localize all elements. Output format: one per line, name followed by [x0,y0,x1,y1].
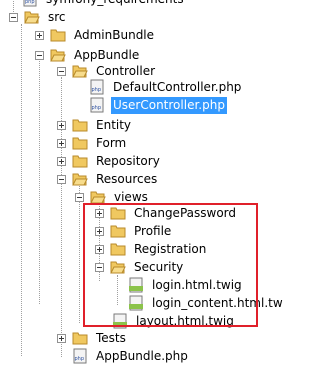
tree-item-usercontroller[interactable]: php UserController.php [74,95,227,115]
tree-item-login-twig[interactable]: login.html.twig [113,275,244,295]
expand-icon[interactable] [95,226,104,236]
project-tree: php symfony_requirements src AdminBundle… [0,0,283,366]
tree-item-security[interactable]: Security [95,257,185,277]
folder-icon [72,332,88,345]
folder-open-icon [110,261,126,274]
collapse-icon[interactable] [75,192,84,202]
tree-item-label: login_content.html.tw [152,295,283,310]
tree-item-label: login.html.twig [152,277,242,292]
expand-icon[interactable] [95,208,104,218]
tree-item-label: Entity [96,117,132,132]
tree-item-label: ChangePassword [134,205,236,220]
tree-guide-line [39,54,40,304]
collapse-icon[interactable] [35,50,44,60]
expand-icon[interactable] [57,333,66,343]
svg-text:php: php [75,356,85,362]
tree-item-label: Tests [96,330,126,345]
tree-item-label: DefaultController.php [113,79,242,94]
tree-item-profile[interactable]: Profile [95,221,173,241]
twig-file-icon [129,277,143,293]
collapse-icon[interactable] [57,66,66,76]
tree-item-resources[interactable]: Resources [57,169,159,189]
tree-item-label: Repository [96,153,160,168]
svg-text:php: php [92,87,102,93]
php-file-icon: php [90,79,104,95]
svg-text:php: php [92,105,102,111]
folder-icon [110,207,126,220]
php-file-icon: php [73,348,87,364]
tree-item-defaultcontroller[interactable]: php DefaultController.php [74,77,243,97]
tree-item-label: AppBundle.php [96,348,188,363]
tree-item-appbundle-php[interactable]: php AppBundle.php [57,346,190,366]
tree-item-registration[interactable]: Registration [95,239,208,259]
tree-item-changepassword[interactable]: ChangePassword [95,203,238,223]
tree-item-tests[interactable]: Tests [57,328,128,348]
tree-item-label: Profile [134,223,172,238]
tree-item-label: Security [134,259,184,274]
folder-icon [50,29,66,42]
tree-item-label: Registration [134,241,207,256]
expand-icon[interactable] [57,138,66,148]
folder-icon [72,137,88,150]
tree-item-label: layout.html.twig [136,313,234,328]
tree-item-entity[interactable]: Entity [57,115,133,135]
svg-text:php: php [25,0,35,5]
twig-file-icon [113,313,127,329]
tree-item-form[interactable]: Form [57,133,128,153]
expand-icon[interactable] [95,244,104,254]
collapse-icon[interactable] [57,174,66,184]
folder-icon [72,155,88,168]
collapse-icon[interactable] [9,12,18,22]
tree-item-label: Form [96,135,127,150]
folder-icon [110,243,126,256]
tree-item-label-selected: UserController.php [111,96,227,114]
tree-item-label: src [48,9,66,24]
tree-guide-line [21,24,22,356]
expand-icon[interactable] [57,120,66,130]
php-file-icon: php [23,0,37,7]
tree-item-src[interactable]: src [9,7,68,27]
folder-icon [72,119,88,132]
expand-icon[interactable] [57,156,66,166]
twig-file-icon [129,295,143,311]
php-file-icon: php [90,97,104,113]
tree-item-label: AdminBundle [74,27,155,42]
tree-item-adminbundle[interactable]: AdminBundle [35,25,156,45]
expand-icon[interactable] [35,30,44,40]
tree-item-repository[interactable]: Repository [57,151,162,171]
tree-item-login-content-twig[interactable]: login_content.html.tw [113,293,285,313]
collapse-icon[interactable] [95,262,104,272]
folder-icon [110,225,126,238]
folder-open-icon [72,173,88,186]
tree-item-label: Resources [96,171,158,186]
folder-open-icon [24,11,40,24]
